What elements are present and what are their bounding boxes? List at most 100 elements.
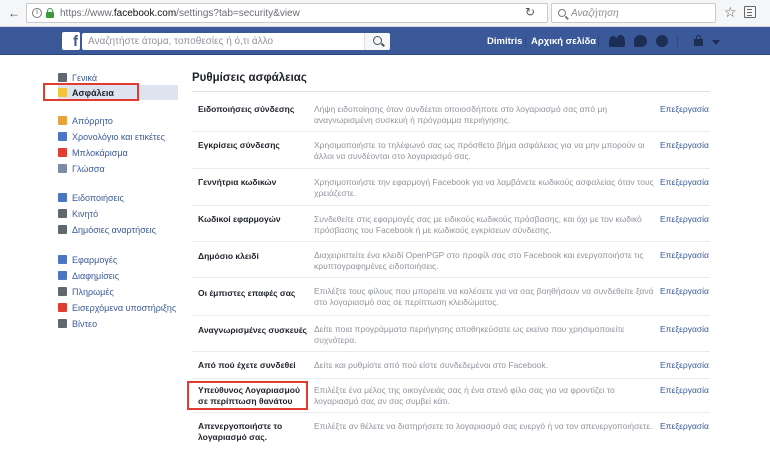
edit-link[interactable]: Επεξεργασία	[660, 385, 709, 395]
sidebar-item-videos[interactable]: Βίντεο	[58, 316, 178, 331]
url-path: /settings?tab=security&view	[176, 7, 300, 19]
row-description: Δείτε και ρυθμίστε από πού είστε συνδεδε…	[314, 360, 549, 370]
facebook-header: f Αναζητήστε άτομα, τοποθεσίες ή ό,τι άλ…	[0, 27, 770, 55]
sidebar-item-language[interactable]: Γλώσσα	[58, 161, 178, 176]
row-label: Δημόσιο κλειδί	[198, 251, 259, 261]
sidebar-item-label: Εισερχόμενα υποστήριξης	[72, 302, 177, 313]
gear-icon	[58, 73, 67, 82]
row-label: Από πού έχετε συνδεθεί	[198, 360, 296, 370]
settings-row-code-generator[interactable]: Γεννήτρια κωδικών Χρησιμοποιήστε την εφα…	[192, 169, 710, 206]
edit-link[interactable]: Επεξεργασία	[660, 214, 709, 224]
row-description: Χρησιμοποιήστε το τηλέφωνό σας ως πρόσθε…	[314, 140, 645, 161]
edit-link[interactable]: Επεξεργασία	[660, 286, 709, 296]
row-description: Λήψη ειδοποίησης όταν συνδέεται οποιοσδή…	[314, 104, 608, 125]
sidebar-item-payments[interactable]: Πληρωμές	[58, 284, 178, 299]
edit-link[interactable]: Επεξεργασία	[660, 250, 709, 260]
sidebar-item-label: Απόρρητο	[72, 115, 113, 126]
browser-toolbar: ← i https://www.facebook.com/settings?ta…	[0, 0, 770, 27]
back-arrow-icon[interactable]: ←	[5, 4, 23, 22]
sidebar-item-label: Εφαρμογές	[72, 254, 118, 265]
nav-divider	[598, 36, 599, 47]
edit-link[interactable]: Επεξεργασία	[660, 360, 709, 370]
sidebar-item-label: Δημόσιες αναρτήσεις	[72, 224, 156, 235]
edit-link[interactable]: Επεξεργασία	[660, 421, 709, 431]
url-host: facebook.com	[113, 7, 177, 19]
info-icon[interactable]: i	[32, 8, 42, 18]
home-link[interactable]: Αρχική σελίδα	[531, 36, 596, 47]
row-description: Διαχειριστείτε ένα κλειδί OpenPGP στο πρ…	[314, 250, 644, 271]
block-icon	[58, 148, 67, 157]
payments-icon	[58, 287, 67, 296]
edit-link[interactable]: Επεξεργασία	[660, 324, 709, 334]
settings-row-login-alerts[interactable]: Ειδοποιήσεις σύνδεσης Λήψη ειδοποίησης ό…	[192, 96, 710, 132]
sidebar-item-privacy[interactable]: Απόρρητο	[58, 113, 178, 128]
row-description: Συνδεθείτε στις εφαρμογές σας με ειδικού…	[314, 214, 642, 235]
messages-icon[interactable]	[634, 35, 647, 47]
settings-row-where-logged-in[interactable]: Από πού έχετε συνδεθεί Δείτε και ρυθμίστ…	[192, 352, 710, 379]
row-description: Επιλέξτε τους φίλους που μπορείτε να καλ…	[314, 286, 654, 307]
sidebar-item-label: Πληρωμές	[72, 286, 114, 297]
reload-icon[interactable]: ↻	[525, 5, 535, 19]
sidebar-item-blocking[interactable]: Μπλοκάρισμα	[58, 145, 178, 160]
reading-list-icon[interactable]	[744, 6, 756, 18]
settings-row-app-passwords[interactable]: Κωδικοί εφαρμογών Συνδεθείτε στις εφαρμο…	[192, 206, 710, 242]
sidebar-item-public-posts[interactable]: Δημόσιες αναρτήσεις	[58, 222, 178, 237]
sidebar-item-label: Διαφημίσεις	[72, 270, 120, 281]
sidebar-item-support-inbox[interactable]: Εισερχόμενα υποστήριξης	[58, 300, 178, 315]
row-description: Επιλέξτε αν θέλετε να διατηρήσετε το λογ…	[314, 421, 653, 431]
sidebar-item-label: Βίντεο	[72, 318, 98, 329]
row-description: Χρησιμοποιήστε την εφαρμογή Facebook για…	[314, 177, 654, 198]
bookmark-star-icon[interactable]: ☆	[724, 4, 737, 21]
url-prefix: https://www.	[60, 7, 114, 19]
sidebar-item-label: Μπλοκάρισμα	[72, 147, 128, 158]
edit-link[interactable]: Επεξεργασία	[660, 177, 709, 187]
sidebar-item-label: Χρονολόγιο και ετικέτες	[72, 131, 165, 142]
url-text: https://www.facebook.com/settings?tab=se…	[60, 8, 300, 19]
security-highlight-box	[43, 83, 139, 101]
edit-link[interactable]: Επεξεργασία	[660, 104, 709, 114]
settings-row-login-approvals[interactable]: Εγκρίσεις σύνδεσης Χρησιμοποιήστε το τηλ…	[192, 132, 710, 169]
sidebar-item-mobile[interactable]: Κινητό	[58, 206, 178, 221]
sidebar-item-notifications[interactable]: Ειδοποιήσεις	[58, 190, 178, 205]
apps-icon	[58, 255, 67, 264]
row-label: Εγκρίσεις σύνδεσης	[198, 140, 280, 150]
row-description: Δείτε ποια προγράμματα περιήγησης αποθηκ…	[314, 324, 625, 345]
privacy-shortcuts-icon[interactable]	[694, 35, 703, 46]
search-icon	[558, 9, 566, 17]
legacy-contact-highlight-box	[187, 381, 308, 410]
support-icon	[58, 303, 67, 312]
browser-search-box[interactable]: Αναζήτηση	[551, 3, 716, 23]
mobile-icon	[58, 209, 67, 218]
profile-link[interactable]: Dimitris	[487, 36, 522, 47]
sidebar-item-label: Ειδοποιήσεις	[72, 192, 124, 203]
row-label: Ειδοποιήσεις σύνδεσης	[198, 104, 295, 114]
settings-row-recognized-devices[interactable]: Αναγνωρισμένες συσκευές Δείτε ποια προγρ…	[192, 316, 710, 352]
sidebar-item-apps[interactable]: Εφαρμογές	[58, 252, 178, 267]
page-title: Ρυθμίσεις ασφάλειας	[192, 72, 307, 84]
sidebar-item-label: Κινητό	[72, 208, 99, 219]
notifications-globe-icon[interactable]	[656, 35, 668, 47]
settings-row-trusted-contacts[interactable]: Οι έμπιστες επαφές σας Επιλέξτε τους φίλ…	[192, 278, 710, 316]
nav-divider	[677, 36, 678, 47]
address-bar[interactable]: i https://www.facebook.com/settings?tab=…	[26, 3, 548, 23]
facebook-search-input[interactable]: Αναζητήστε άτομα, τοποθεσίες ή ό,τι άλλο	[82, 33, 390, 50]
account-menu-caret-icon[interactable]	[712, 40, 720, 45]
video-icon	[58, 319, 67, 328]
globe-icon	[58, 193, 67, 202]
facebook-logo[interactable]: f	[62, 32, 80, 50]
settings-row-public-key[interactable]: Δημόσιο κλειδί Διαχειριστείτε ένα κλειδί…	[192, 242, 710, 278]
timeline-icon	[58, 132, 67, 141]
secure-lock-icon	[46, 8, 54, 18]
row-description: Επιλέξτε ένα μέλος της οικογένειάς σας ή…	[314, 385, 615, 406]
settings-row-deactivate-account[interactable]: Απενεργοποιήστε το λογαριασμό σας. Επιλέ…	[192, 413, 710, 447]
row-label: Αναγνωρισμένες συσκευές	[198, 325, 307, 335]
sidebar-item-ads[interactable]: Διαφημίσεις	[58, 268, 178, 283]
row-label: Κωδικοί εφαρμογών	[198, 214, 281, 224]
friend-requests-icon[interactable]	[609, 35, 625, 47]
sidebar-item-timeline[interactable]: Χρονολόγιο και ετικέτες	[58, 129, 178, 144]
row-label: Γεννήτρια κωδικών	[198, 177, 277, 187]
facebook-search-button[interactable]	[364, 33, 390, 50]
edit-link[interactable]: Επεξεργασία	[660, 140, 709, 150]
row-label: Οι έμπιστες επαφές σας	[198, 288, 296, 298]
browser-search-placeholder: Αναζήτηση	[571, 7, 619, 19]
